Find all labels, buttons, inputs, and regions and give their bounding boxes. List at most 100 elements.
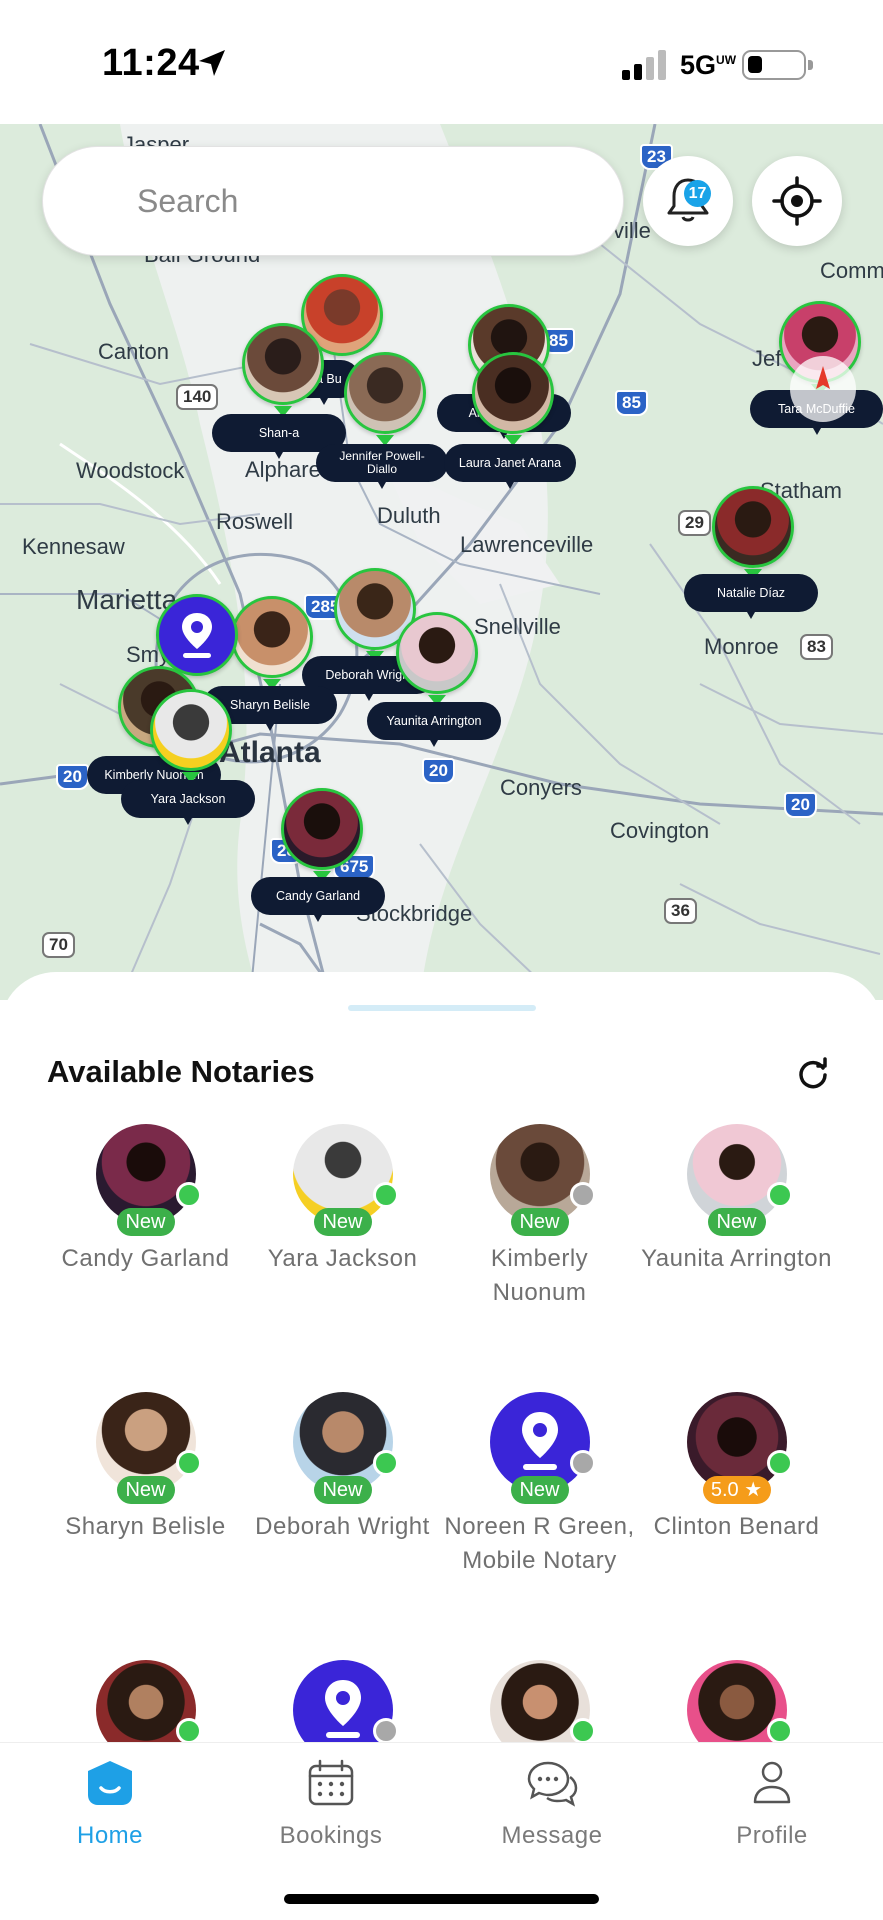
map-city-commerce: Comm [820,258,883,283]
map-pin-label-jennifer-powell-diallo[interactable]: Jennifer Powell-Diallo [316,444,448,489]
search-input[interactable] [137,177,577,225]
notary-name: Noreen R Green, Mobile Notary [444,1513,635,1574]
notary-card-candy-garland[interactable]: New Candy Garland [47,1124,244,1276]
network-suffix: UW [716,53,737,67]
map-pin-avatar-jennifer-powell-diallo[interactable] [344,352,426,434]
rating-badge: 5.0 ★ [702,1476,771,1504]
map-shield-83: 83 [800,634,833,660]
map-city-woodstock: Woodstock [76,458,185,483]
person-icon [753,1761,791,1804]
tab-label: Profile [736,1822,808,1849]
notary-card-noreen-green[interactable]: New Noreen R Green, Mobile Notary [441,1392,638,1578]
notary-card-kimberly-nuonum[interactable]: New Kimberly Nuonum [441,1124,638,1310]
map-pin-avatar-yaunita-arrington[interactable] [396,612,478,694]
new-badge: New [313,1476,372,1504]
tab-label: Message [501,1822,603,1849]
map-pin-avatar-shan-a[interactable] [242,323,324,405]
online-status-dot [766,1450,793,1476]
refresh-icon[interactable] [796,1056,830,1090]
home-icon [88,1761,132,1805]
map-city-lawrenceville: Lawrenceville [460,532,594,557]
location-arrow-icon [199,50,225,76]
notary-card[interactable] [47,1660,244,1742]
new-badge: New [707,1208,766,1236]
new-badge: New [313,1208,372,1236]
map-city-alpharetta: Alpharet [245,457,327,482]
tab-profile[interactable]: Profile [697,1757,847,1850]
my-location-button[interactable] [752,156,842,246]
offline-status-dot [569,1182,596,1208]
notary-card[interactable] [441,1660,638,1742]
sheet-drag-handle[interactable] [348,1005,536,1011]
avatar: New [95,1124,202,1236]
new-badge: New [510,1476,569,1504]
network-type: 5GUW [680,50,736,81]
online-status-dot [175,1718,202,1742]
map-city-monroe: Monroe [704,634,779,659]
tab-home[interactable]: Home [35,1757,185,1850]
tab-label: Bookings [279,1822,383,1849]
calendar-icon [308,1759,354,1806]
notary-card-clinton-benard[interactable]: 5.0 ★ Clinton Benard [638,1392,835,1544]
map-shield-29: 29 [678,510,711,536]
notary-card[interactable] [244,1660,441,1742]
map-shield-i20-e: 20 [784,792,817,818]
notification-count-badge: 17 [684,180,711,207]
avatar: New [292,1392,399,1504]
notary-card-yaunita-arrington[interactable]: New Yaunita Arrington [638,1124,835,1276]
notary-card-deborah-wright[interactable]: New Deborah Wright [244,1392,441,1544]
avatar [489,1660,596,1742]
avatar [95,1660,202,1742]
map-pin-label-yara-jackson[interactable]: Yara Jackson [121,780,255,825]
compass-button[interactable] [790,356,856,422]
chat-bubbles-icon [527,1761,578,1807]
notary-name: Candy Garland [61,1245,230,1272]
map-pin-avatar-yara-jackson[interactable] [150,689,232,771]
tab-bookings[interactable]: Bookings [256,1757,406,1850]
notary-card-sharyn-belisle[interactable]: New Sharyn Belisle [47,1392,244,1544]
avatar: New [292,1124,399,1236]
tab-message[interactable]: Message [477,1757,627,1850]
map-city-roswell: Roswell [216,509,294,534]
status-time: 11:24 [102,42,200,84]
offline-status-dot [569,1450,596,1476]
map-shield-i20-c: 20 [422,758,455,784]
map-shield-36: 36 [664,898,697,924]
online-status-dot [175,1182,202,1208]
map-city-kennesaw: Kennesaw [22,534,125,559]
signal-icon [622,50,666,80]
notary-name: Yaunita Arrington [641,1245,832,1272]
map-city-atlanta: Atlanta [219,736,321,769]
crosshair-icon [772,176,822,226]
map-pin-avatar-laura-janet-arana[interactable] [472,352,554,434]
avatar [686,1660,793,1742]
map-pin-avatar-sharyn-belisle[interactable] [231,596,313,678]
notary-name: Sharyn Belisle [65,1513,226,1540]
notaries-bottom-sheet[interactable]: Available Notaries New Candy Garland New… [0,972,883,1742]
map-pin-label-candy-garland[interactable]: Candy Garland [251,877,385,922]
online-status-dot [372,1182,399,1208]
home-indicator [284,1894,599,1904]
notary-card[interactable] [638,1660,835,1742]
notary-name: Clinton Benard [653,1513,820,1540]
search-bar[interactable] [42,146,624,256]
map-pin-avatar-natalie-diaz[interactable] [712,486,794,568]
tab-label: Home [76,1822,144,1849]
map-shield-140: 140 [176,384,219,410]
notary-card-yara-jackson[interactable]: New Yara Jackson [244,1124,441,1276]
map-pin-label-laura-janet-arana[interactable]: Laura Janet Arana [444,444,576,489]
online-status-dot [766,1182,793,1208]
location-pin-icon [182,613,212,658]
map-pin-avatar-candy-garland[interactable] [281,788,363,870]
map-pin-label-yaunita-arrington[interactable]: Yaunita Arrington [367,702,501,747]
notary-name: Yara Jackson [267,1245,418,1272]
map-pin-location-noreen-green[interactable] [156,594,238,676]
map-shield-70: 70 [42,932,75,958]
map-city-jefferson: Jef [752,346,782,371]
map-pin-label-natalie-diaz[interactable]: Natalie Díaz [684,574,818,619]
notary-name: Deborah Wright [255,1513,430,1540]
status-bar: 11:24 5GUW [0,0,883,124]
notifications-button[interactable]: 17 [643,156,733,246]
online-status-dot [766,1718,793,1742]
avatar: New [95,1392,202,1504]
